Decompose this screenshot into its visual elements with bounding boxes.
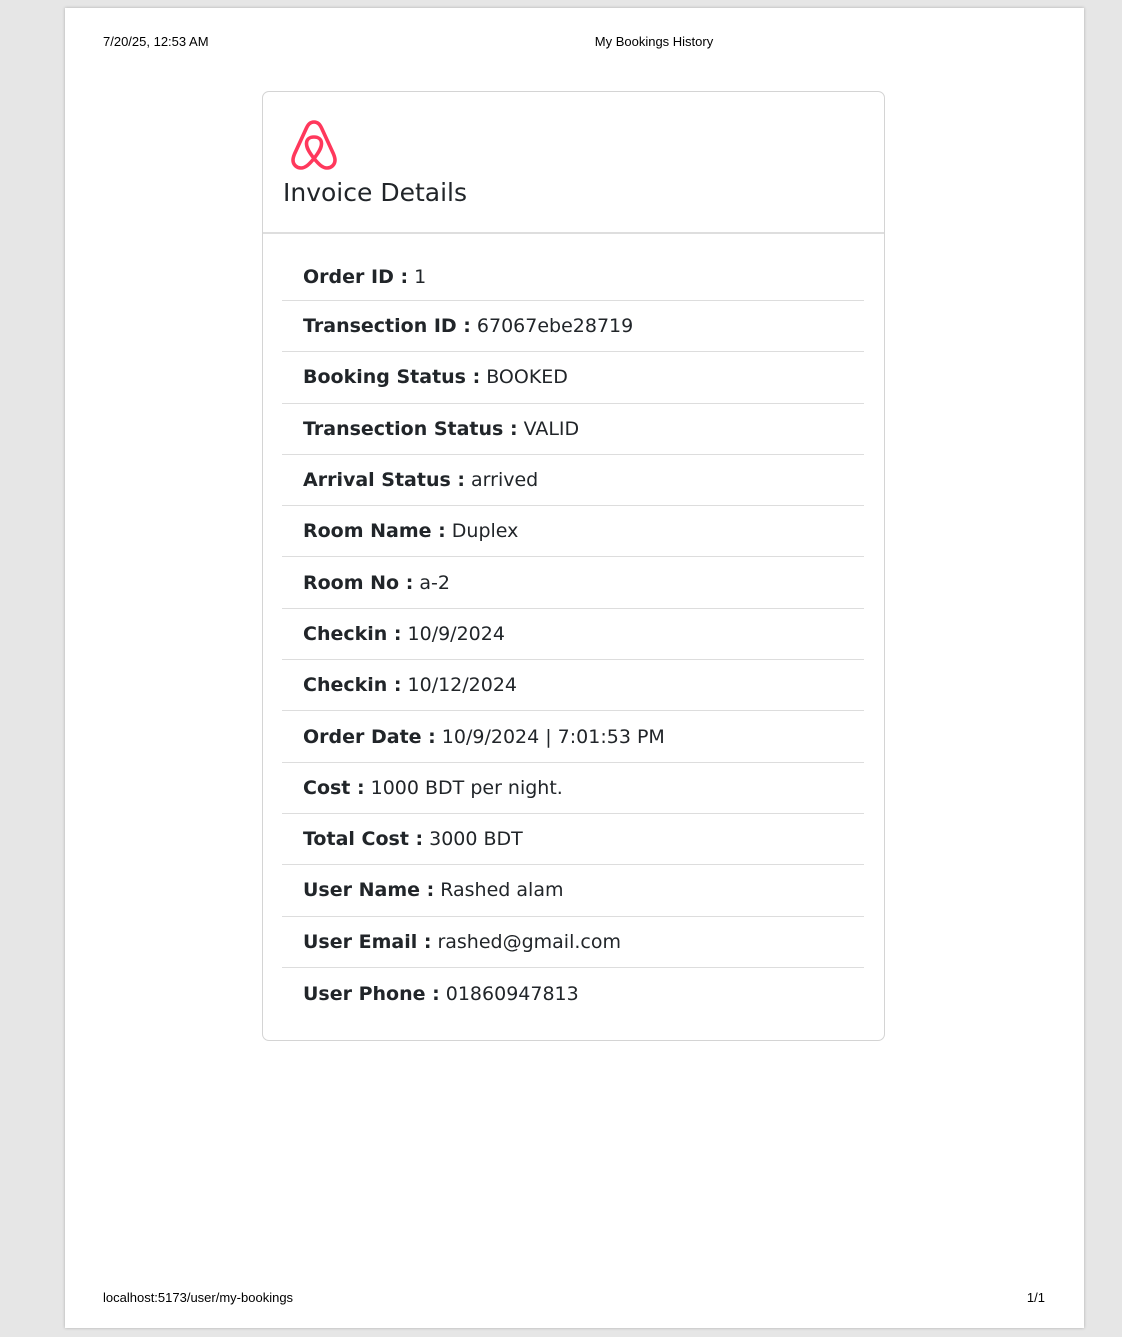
invoice-detail-row: User Phone :01860947813 bbox=[282, 968, 864, 1019]
detail-label: User Phone : bbox=[303, 982, 440, 1005]
detail-label: Order ID : bbox=[303, 266, 409, 288]
detail-value: 10/9/2024 bbox=[407, 622, 505, 645]
detail-value: 10/12/2024 bbox=[407, 674, 518, 697]
invoice-detail-row: User Email : rashed@gmail.com bbox=[282, 917, 864, 968]
detail-value: a-2 bbox=[419, 571, 450, 594]
invoice-detail-row: Room No : a-2 bbox=[282, 557, 864, 609]
invoice-detail-row: Total Cost :3000 BDT bbox=[282, 814, 864, 866]
detail-value: 67067ebe28719 bbox=[476, 315, 634, 338]
detail-label: User Email : bbox=[303, 930, 432, 953]
print-footer-page-number: 1/1 bbox=[1026, 1290, 1045, 1305]
detail-label: Checkin : bbox=[303, 622, 402, 645]
detail-value: rashed@gmail.com bbox=[437, 930, 621, 953]
invoice-detail-row: Order ID :1 bbox=[282, 254, 864, 301]
print-page: 7/20/25, 12:53 AM My Bookings History In… bbox=[65, 8, 1084, 1328]
invoice-detail-row: Cost :1000 BDT per night. bbox=[282, 763, 864, 814]
detail-value: Rashed alam bbox=[440, 879, 564, 902]
detail-value: 1 bbox=[414, 266, 427, 288]
detail-label: Order Date : bbox=[303, 725, 436, 748]
detail-label: Arrival Status : bbox=[303, 469, 466, 492]
detail-value: BOOKED bbox=[486, 366, 568, 389]
invoice-detail-row: Booking Status : BOOKED bbox=[282, 352, 864, 404]
invoice-detail-list: Order ID :1 Transection ID :67067ebe28719… bbox=[282, 254, 864, 1019]
detail-label: Booking Status : bbox=[303, 366, 481, 389]
detail-label: Room No : bbox=[303, 571, 414, 594]
invoice-detail-row: Order Date :10/9/2024 | 7:01:53 PM bbox=[282, 711, 864, 763]
detail-label: Transection Status : bbox=[303, 417, 518, 440]
invoice-detail-row: Checkin :10/9/2024 bbox=[282, 609, 864, 661]
airbnb-logo-icon bbox=[291, 120, 337, 170]
detail-value: arrived bbox=[471, 469, 539, 492]
invoice-detail-row: User Name : Rashed alam bbox=[282, 865, 864, 917]
invoice-card-header: Invoice Details bbox=[263, 92, 884, 234]
invoice-detail-row: Room Name : Duplex bbox=[282, 506, 864, 558]
invoice-detail-row: Transection ID :67067ebe28719 bbox=[282, 301, 864, 353]
detail-value: 3000 BDT bbox=[429, 828, 523, 851]
invoice-card: Invoice Details Order ID :1 Transection I… bbox=[262, 91, 885, 1041]
detail-label: Cost : bbox=[303, 776, 365, 799]
detail-value: 10/9/2024 | 7:01:53 PM bbox=[441, 725, 665, 748]
detail-label: User Name : bbox=[303, 879, 435, 902]
invoice-title: Invoice Details bbox=[283, 178, 467, 207]
detail-value: VALID bbox=[523, 417, 580, 440]
invoice-detail-row: Transection Status : VALID bbox=[282, 404, 864, 455]
invoice-detail-row: Arrival Status : arrived bbox=[282, 455, 864, 507]
detail-label: Transection ID : bbox=[303, 315, 471, 338]
print-header-title: My Bookings History bbox=[594, 34, 714, 49]
detail-value: 01860947813 bbox=[445, 982, 579, 1005]
detail-label: Room Name : bbox=[303, 520, 446, 543]
print-footer-url: localhost:5173/user/my-bookings bbox=[103, 1290, 294, 1305]
detail-value: 1000 BDT per night. bbox=[370, 776, 563, 799]
detail-value: Duplex bbox=[451, 520, 519, 543]
detail-label: Total Cost : bbox=[303, 828, 424, 851]
detail-label: Checkin : bbox=[303, 674, 402, 697]
invoice-detail-row: Checkin :10/12/2024 bbox=[282, 660, 864, 712]
